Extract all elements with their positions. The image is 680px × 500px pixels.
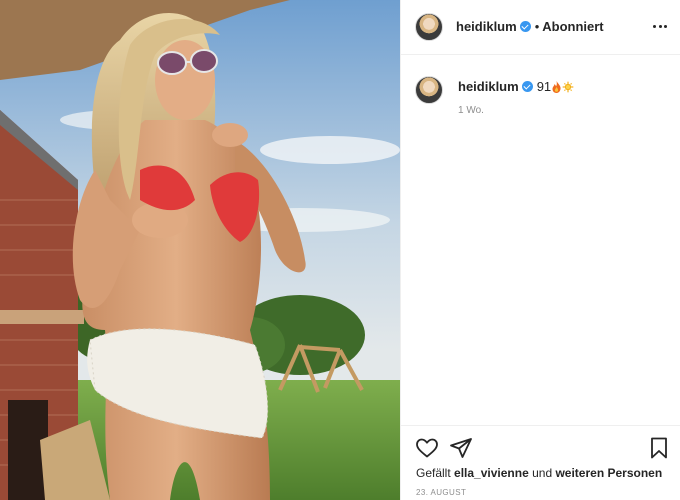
verified-badge-icon: [519, 21, 531, 32]
post-sidebar: heidiklum •Abonniert heidiklum 91 1 Wo.: [400, 0, 680, 500]
paper-plane-icon[interactable]: [449, 436, 473, 460]
caption-time[interactable]: 1 Wo.: [458, 105, 484, 116]
likes-middle: und: [532, 466, 553, 480]
fire-emoji-icon: [552, 81, 561, 93]
likes-summary: Gefällt ella_vivienne und weiteren Perso…: [416, 466, 662, 480]
avatar[interactable]: [415, 13, 443, 41]
heart-icon[interactable]: [415, 436, 439, 460]
likes-others-link[interactable]: weiteren Personen: [555, 466, 662, 480]
likes-prefix: Gefällt: [416, 466, 451, 480]
more-options-icon[interactable]: [653, 25, 667, 29]
author-username[interactable]: heidiklum: [456, 19, 517, 34]
caption-username[interactable]: heidiklum: [458, 79, 519, 94]
post-header: heidiklum • Abonniert: [401, 0, 680, 55]
avatar[interactable]: [415, 76, 443, 104]
separator-dot: •: [534, 19, 540, 34]
post-date[interactable]: 23. AUGUST: [416, 488, 466, 497]
caption-text: 91: [536, 79, 552, 94]
bookmark-icon[interactable]: [647, 436, 671, 460]
caption-line: heidiklum 91: [458, 79, 575, 94]
following-button[interactable]: Abonniert: [542, 19, 603, 34]
post-author: heidiklum • Abonniert: [456, 19, 604, 34]
post-photo[interactable]: [0, 0, 400, 500]
post-photo-image: [0, 0, 400, 500]
sun-emoji-icon: [562, 81, 575, 93]
verified-badge-icon: [521, 81, 533, 92]
post-actions: Gefällt ella_vivienne und weiteren Perso…: [401, 425, 680, 500]
likes-user-link[interactable]: ella_vivienne: [454, 466, 529, 480]
